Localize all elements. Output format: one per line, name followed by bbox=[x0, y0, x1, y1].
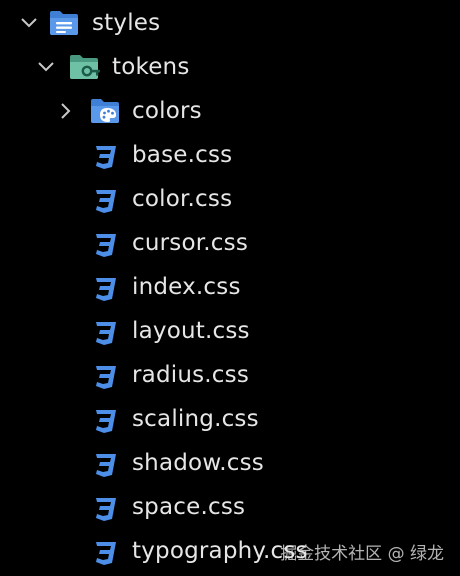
tree-item-file[interactable]: layout.css bbox=[0, 309, 460, 353]
tree-item-file[interactable]: base.css bbox=[0, 133, 460, 177]
tree-item-label: shadow.css bbox=[132, 450, 264, 476]
tree-item-label: radius.css bbox=[132, 362, 250, 388]
tree-item-label: tokens bbox=[112, 54, 190, 80]
tree-item-label: scaling.css bbox=[132, 406, 259, 432]
css-file-icon bbox=[92, 275, 118, 301]
css-file-icon bbox=[92, 451, 118, 477]
tree-item-label: base.css bbox=[132, 142, 233, 168]
tree-item-label: space.css bbox=[132, 494, 246, 520]
tree-item-styles[interactable]: styles bbox=[0, 1, 460, 45]
chevron-down-icon[interactable] bbox=[34, 55, 58, 79]
tree-item-label: colors bbox=[132, 98, 202, 124]
tree-item-label: layout.css bbox=[132, 318, 250, 344]
tokens-folder-icon bbox=[68, 53, 102, 81]
css-file-icon bbox=[92, 407, 118, 433]
css-file-icon bbox=[92, 231, 118, 257]
css-file-icon bbox=[92, 495, 118, 521]
tree-item-file[interactable]: scaling.css bbox=[0, 397, 460, 441]
tree-item-file[interactable]: space.css bbox=[0, 485, 460, 529]
tree-item-file[interactable]: shadow.css bbox=[0, 441, 460, 485]
tree-item-colors[interactable]: colors bbox=[0, 89, 460, 133]
chevron-right-icon[interactable] bbox=[54, 99, 78, 123]
tree-item-label: cursor.css bbox=[132, 230, 249, 256]
css-file-icon bbox=[92, 539, 118, 565]
tree-item-file[interactable]: radius.css bbox=[0, 353, 460, 397]
watermark: 掘金技术社区 @ 绿龙 bbox=[280, 544, 444, 564]
chevron-down-icon[interactable] bbox=[17, 11, 41, 35]
styles-folder-icon bbox=[48, 9, 80, 37]
tree-item-label: styles bbox=[92, 10, 161, 36]
tree-item-tokens[interactable]: tokens bbox=[0, 45, 460, 89]
css-file-icon bbox=[92, 143, 118, 169]
tree-item-file[interactable]: cursor.css bbox=[0, 221, 460, 265]
palette-folder-icon bbox=[89, 97, 121, 125]
tree-item-label: index.css bbox=[132, 274, 241, 300]
css-file-icon bbox=[92, 319, 118, 345]
css-file-icon bbox=[92, 363, 118, 389]
file-explorer-tree: styles tokens colors base.css color.css … bbox=[0, 0, 460, 576]
tree-item-file[interactable]: index.css bbox=[0, 265, 460, 309]
css-file-icon bbox=[92, 187, 118, 213]
tree-item-file[interactable]: color.css bbox=[0, 177, 460, 221]
tree-item-label: color.css bbox=[132, 186, 233, 212]
